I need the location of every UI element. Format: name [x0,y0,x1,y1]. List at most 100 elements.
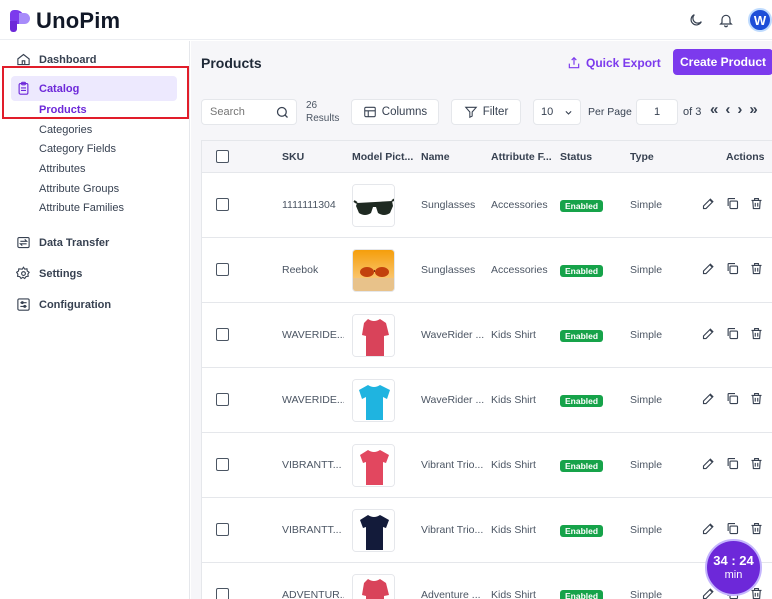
table-row[interactable]: ADVENTUR... Adventure ... Kids Shirt Ena… [201,563,772,599]
row-checkbox[interactable] [216,523,229,536]
row-checkbox[interactable] [216,263,229,276]
sidebar-item-dashboard[interactable]: Dashboard [16,52,96,67]
sidebar-subitem-attribute-groups[interactable]: Attribute Groups [39,183,119,195]
product-thumbnail[interactable] [352,314,395,357]
products-table: SKU Model Pict... Name Attribute F... St… [201,140,772,599]
cell-name: Vibrant Trio... [421,459,484,471]
copy-icon[interactable] [725,326,740,346]
status-badge: Enabled [560,200,604,212]
status-badge: Enabled [560,395,604,407]
status-badge: Enabled [560,525,604,537]
notification-bell-icon[interactable] [718,12,734,28]
cell-attribute-family: Kids Shirt [491,524,536,536]
user-avatar[interactable]: W [748,8,772,32]
edit-pencil-icon[interactable] [701,521,716,541]
sidebar-subitem-products[interactable]: Products [39,104,87,116]
product-thumbnail[interactable] [352,444,395,487]
cell-attribute-family: Kids Shirt [491,459,536,471]
main-content: Products Quick Export Create Product 26 … [191,41,772,599]
edit-pencil-icon[interactable] [701,456,716,476]
table-row[interactable]: 1111111304 Sunglasses Accessories Enable… [201,173,772,238]
table-row[interactable]: WAVERIDE... WaveRider ... Kids Shirt Ena… [201,368,772,433]
sidebar-subitem-attribute-families[interactable]: Attribute Families [39,202,124,214]
filter-icon [464,106,478,119]
cell-name: Vibrant Trio... [421,524,484,536]
product-thumbnail[interactable] [352,509,395,552]
first-page-icon[interactable]: « [710,101,718,118]
select-all-checkbox[interactable] [216,150,229,163]
delete-trash-icon[interactable] [749,196,764,216]
edit-pencil-icon[interactable] [701,261,716,281]
product-thumbnail[interactable] [352,249,395,292]
cell-name: Sunglasses [421,199,476,211]
edit-pencil-icon[interactable] [701,391,716,411]
next-page-icon[interactable]: › [737,101,742,118]
copy-icon[interactable] [725,456,740,476]
filter-button[interactable]: Filter [451,99,521,125]
cell-sku: WAVERIDE... [282,394,344,406]
header-type[interactable]: Type [630,151,654,163]
cell-attribute-family: Kids Shirt [491,394,536,406]
cell-type: Simple [630,459,663,471]
row-checkbox[interactable] [216,588,229,599]
sidebar-subitem-categories[interactable]: Categories [39,124,92,136]
sidebar-subitem-category-fields[interactable]: Category Fields [39,143,116,155]
delete-trash-icon[interactable] [749,521,764,541]
header-name[interactable]: Name [421,151,450,163]
table-row[interactable]: VIBRANTT... Vibrant Trio... Kids Shirt E… [201,433,772,498]
delete-trash-icon[interactable] [749,391,764,411]
row-checkbox[interactable] [216,458,229,471]
sidebar-subitem-attributes[interactable]: Attributes [39,163,85,175]
sliders-icon [17,298,30,311]
table-row[interactable]: WAVERIDE... WaveRider ... Kids Shirt Ena… [201,303,772,368]
columns-button[interactable]: Columns [351,99,439,125]
last-page-icon[interactable]: » [749,101,757,118]
delete-trash-icon[interactable] [749,326,764,346]
header-status[interactable]: Status [560,151,592,163]
sidebar-item-data-transfer[interactable]: Data Transfer [16,235,109,250]
row-checkbox[interactable] [216,393,229,406]
copy-icon[interactable] [725,391,740,411]
search-input[interactable] [202,100,262,124]
prev-page-icon[interactable]: ‹ [725,101,730,118]
edit-pencil-icon[interactable] [701,326,716,346]
product-thumbnail[interactable] [352,574,395,599]
dark-mode-moon-icon[interactable] [688,12,704,28]
sidebar-item-settings[interactable]: Settings [16,266,82,281]
row-actions [701,196,764,216]
session-timer[interactable]: 34 : 24 min [705,539,762,596]
delete-trash-icon[interactable] [749,456,764,476]
pagination-controls: « ‹ › » [710,101,758,118]
table-row[interactable]: Reebok Sunglasses Accessories Enabled Si… [201,238,772,303]
header-sku[interactable]: SKU [282,151,304,163]
results-label: Results [306,113,340,124]
sidebar-item-configuration[interactable]: Configuration [16,297,111,312]
copy-icon[interactable] [725,261,740,281]
create-product-button[interactable]: Create Product [673,49,772,75]
delete-trash-icon[interactable] [749,261,764,281]
chevron-down-icon [565,110,572,115]
row-actions [701,261,764,281]
header-model-picture[interactable]: Model Pict... [352,151,413,163]
product-thumbnail[interactable] [352,379,395,422]
copy-icon[interactable] [725,521,740,541]
cell-sku: ADVENTUR... [282,589,344,599]
sidebar-item-label: Configuration [39,298,112,311]
table-body: 1111111304 Sunglasses Accessories Enable… [201,173,772,599]
page-number-input[interactable]: 1 [636,99,678,125]
table-row[interactable]: VIBRANTT... Vibrant Trio... Kids Shirt E… [201,498,772,563]
product-thumbnail[interactable] [352,184,395,227]
copy-icon[interactable] [725,196,740,216]
cell-name: Sunglasses [421,264,476,276]
row-checkbox[interactable] [216,198,229,211]
header-attribute-family[interactable]: Attribute F... [491,151,552,163]
edit-pencil-icon[interactable] [701,196,716,216]
quick-export-button[interactable]: Quick Export [567,56,661,70]
app-logo[interactable]: UnoPim [10,8,120,34]
home-icon [17,53,30,66]
row-actions [701,326,764,346]
search-icon[interactable] [275,105,290,125]
transfer-icon [17,236,30,249]
row-checkbox[interactable] [216,328,229,341]
per-page-select[interactable]: 10 [533,99,581,125]
